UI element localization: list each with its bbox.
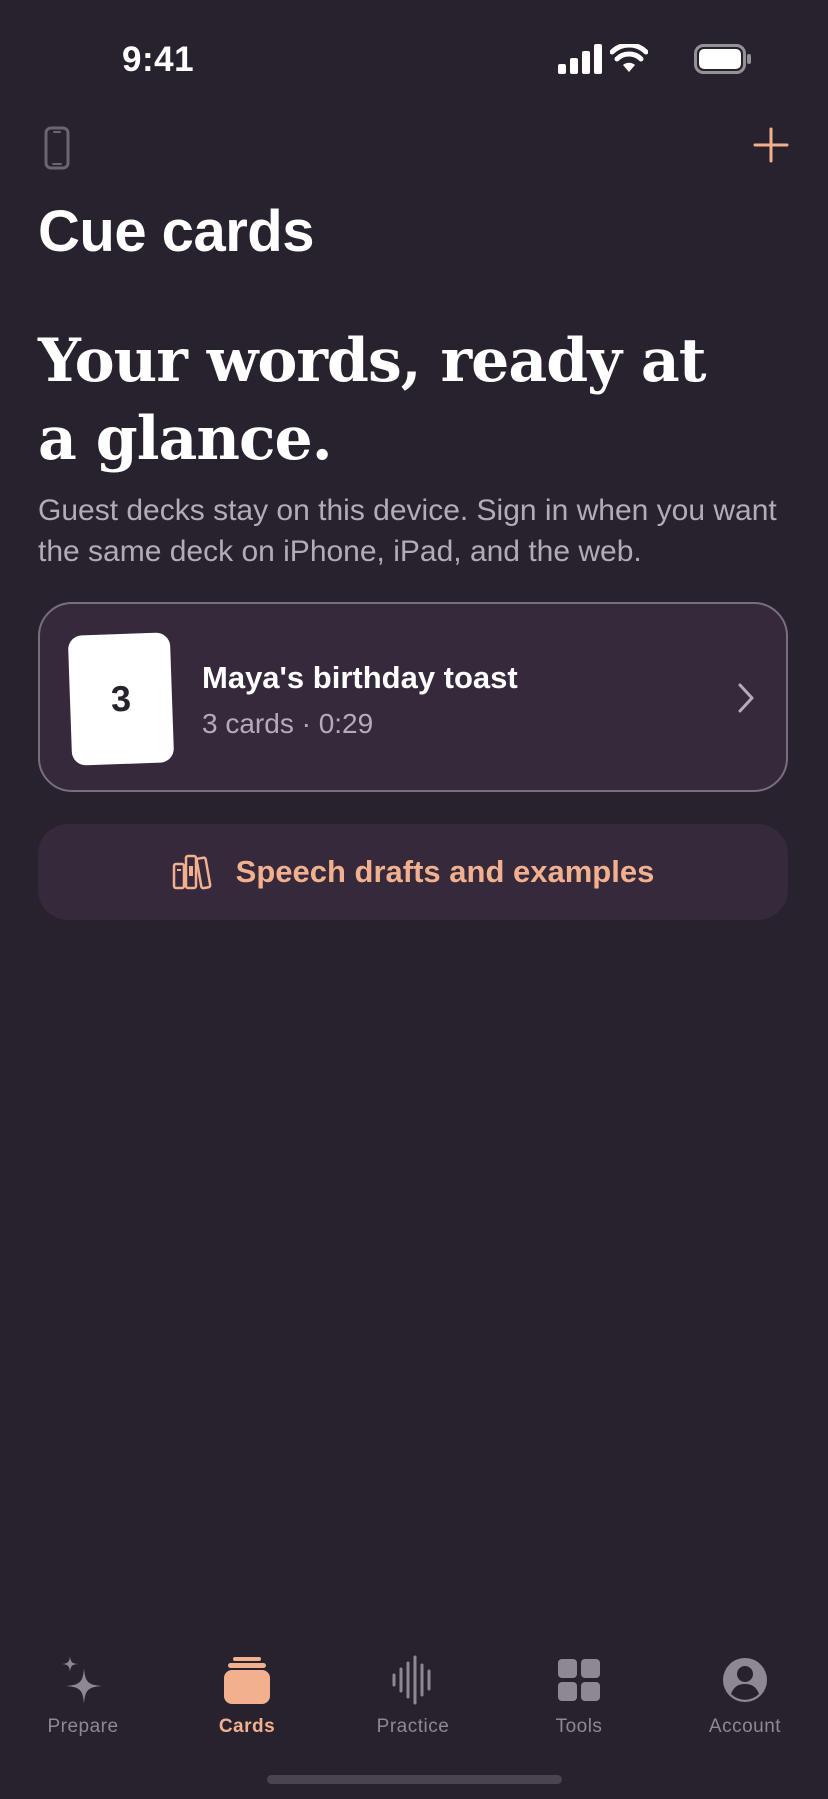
cellular-signal-icon [558, 44, 602, 74]
phone-device-icon[interactable] [44, 126, 70, 170]
deck-card[interactable]: 3 Maya's birthday toast 3 cards · 0:29 [38, 602, 788, 792]
tab-practice[interactable]: Practice [330, 1640, 496, 1750]
home-indicator [267, 1775, 562, 1784]
tab-tools-label: Tools [555, 1716, 603, 1737]
waveform-icon [392, 1655, 431, 1705]
tab-cards[interactable]: Cards [164, 1640, 330, 1750]
add-deck-button[interactable] [752, 126, 790, 164]
tab-account[interactable]: Account [662, 1640, 828, 1750]
deck-thumbnail: 3 [67, 632, 175, 766]
speech-drafts-button[interactable]: Speech drafts and examples [38, 824, 788, 920]
tab-cards-label: Cards [218, 1716, 276, 1737]
books-icon [172, 854, 212, 890]
tab-prepare[interactable]: Prepare [0, 1640, 166, 1750]
status-bar: 9:41 [0, 0, 828, 120]
grid-icon [558, 1659, 600, 1701]
wifi-icon [610, 44, 648, 72]
sparkles-icon [62, 1656, 102, 1704]
status-time: 9:41 [122, 40, 195, 79]
tab-practice-label: Practice [376, 1716, 450, 1737]
tab-tools[interactable]: Tools [496, 1640, 662, 1750]
speech-drafts-label: Speech drafts and examples [235, 854, 655, 889]
battery-icon [694, 44, 751, 74]
tab-account-label: Account [708, 1716, 782, 1737]
hero-headline: Your words, ready at a glance. [38, 326, 707, 474]
tab-prepare-label: Prepare [47, 1716, 119, 1737]
chevron-right-icon [738, 683, 754, 713]
page-title: Cue cards [38, 199, 314, 264]
tab-bar: Prepare Cards Practice Tools Account [0, 1640, 828, 1760]
hero-subtitle: Guest decks stay on this device. Sign in… [38, 494, 777, 568]
deck-card-count-badge: 3 [110, 677, 132, 720]
deck-name: Maya's birthday toast [202, 660, 518, 695]
top-nav [0, 120, 828, 180]
person-circle-icon [723, 1658, 767, 1702]
cards-stack-icon [224, 1657, 270, 1704]
deck-meta: 3 cards · 0:29 [202, 708, 374, 739]
